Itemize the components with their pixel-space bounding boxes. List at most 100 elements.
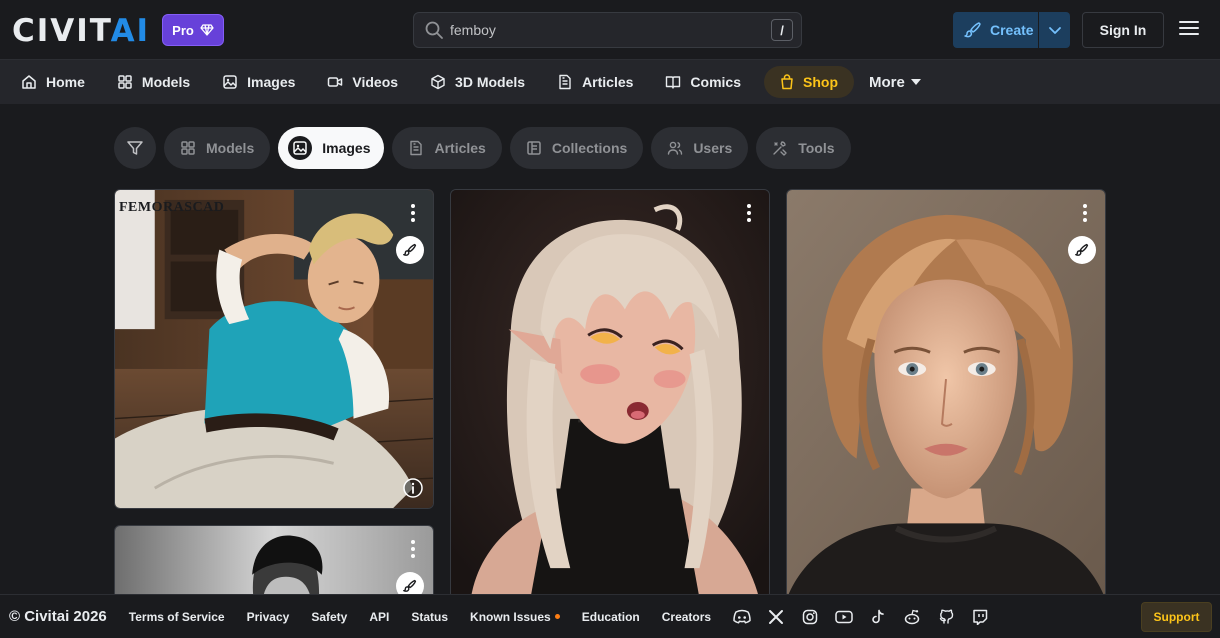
remix-brush-icon[interactable] [396,236,424,264]
main-nav: Home Models Images Videos 3D Models Arti… [0,60,1220,104]
footer-link-education[interactable]: Education [582,610,640,624]
create-dropdown-toggle[interactable] [1039,12,1070,48]
more-options-icon[interactable] [1082,203,1088,223]
sign-in-button[interactable]: Sign In [1082,12,1164,48]
users-icon [667,140,683,156]
support-button[interactable]: Support [1141,602,1212,632]
x-icon[interactable] [767,608,785,626]
nav-item-images[interactable]: Images [213,66,304,98]
alert-dot-icon [554,614,560,619]
social-links [733,608,989,626]
nav-label-shop: Shop [803,74,838,90]
support-label: Support [1153,610,1200,624]
more-options-icon[interactable] [410,203,416,223]
nav-item-shop[interactable]: Shop [764,66,854,98]
footer-link-known-issues[interactable]: Known Issues [470,610,560,624]
instagram-icon[interactable] [801,608,819,626]
more-options-icon[interactable] [746,203,752,223]
image-icon [222,74,238,90]
footer-link-terms[interactable]: Terms of Service [129,610,225,624]
chip-collections[interactable]: Collections [509,127,644,169]
home-icon [21,74,37,90]
nav-item-comics[interactable]: Comics [656,66,750,98]
chip-label-articles: Articles [434,140,486,156]
footer-link-api[interactable]: API [369,610,389,624]
diamond-icon [200,24,214,36]
footer: © Civitai 2026 Terms of Service Privacy … [0,594,1220,638]
search-bar[interactable]: / [413,12,802,48]
card-image [451,190,769,598]
grid-icon [117,74,133,90]
nav-item-more[interactable]: More [860,66,930,98]
nav-label-models: Models [141,74,191,90]
footer-link-safety[interactable]: Safety [311,610,347,624]
chip-users[interactable]: Users [651,127,749,169]
github-icon[interactable] [937,608,955,626]
create-label: Create [990,22,1034,38]
search-type-filters: Models Images Articles Collections Users… [114,127,851,169]
more-options-icon[interactable] [410,539,416,559]
nav-label-home: Home [46,74,85,90]
logo-main: CIVIT [12,13,111,49]
footer-link-status[interactable]: Status [411,610,448,624]
footer-link-privacy[interactable]: Privacy [247,610,290,624]
copyright: © Civitai 2026 [9,608,107,625]
caret-down-icon [910,78,921,86]
nav-label-articles: Articles [582,74,634,90]
twitch-icon[interactable] [971,608,989,626]
book-icon [665,74,681,90]
hamburger-menu-icon[interactable] [1179,20,1201,40]
image-card[interactable] [786,189,1106,599]
tools-icon [772,140,788,156]
image-icon [288,136,313,160]
top-header: CIVITAI Pro / Create Sign In [0,0,1220,60]
cube-icon [430,74,446,90]
image-watermark: FEMORASCAD [119,200,225,215]
filter-icon [126,139,144,157]
pro-button[interactable]: Pro [162,14,224,46]
document-icon [408,140,424,156]
nav-label-videos: Videos [352,74,399,90]
civitai-logo[interactable]: CIVITAI [12,13,150,49]
chip-label-collections: Collections [551,140,628,156]
chip-label-models: Models [206,140,255,156]
card-image [115,526,433,604]
chip-label-images: Images [322,140,371,156]
chip-label-tools: Tools [798,140,835,156]
reddit-icon[interactable] [903,608,921,626]
footer-label-known-issues: Known Issues [470,609,551,624]
nav-item-home[interactable]: Home [12,66,94,98]
discord-icon[interactable] [733,608,751,626]
chip-articles[interactable]: Articles [392,127,502,169]
nav-label-comics: Comics [690,74,741,90]
nav-item-models[interactable]: Models [108,66,199,98]
tiktok-icon[interactable] [869,608,887,626]
nav-label-more: More [869,73,905,91]
collection-icon [526,140,542,156]
remix-brush-icon[interactable] [1068,236,1096,264]
youtube-icon[interactable] [835,608,853,626]
chip-images[interactable]: Images [278,127,385,169]
chip-models[interactable]: Models [164,127,271,169]
chip-tools[interactable]: Tools [756,127,851,169]
nav-item-videos[interactable]: Videos [318,66,407,98]
nav-item-articles[interactable]: Articles [548,66,642,98]
search-input[interactable] [450,22,771,38]
nav-item-3d-models[interactable]: 3D Models [421,66,534,98]
brush-icon [964,21,982,39]
image-card[interactable] [450,189,770,599]
document-icon [557,74,573,90]
image-card[interactable] [114,525,434,605]
filter-button[interactable] [114,127,156,169]
chip-label-users: Users [693,140,733,156]
card-image [787,190,1105,598]
create-button[interactable]: Create [953,12,1070,48]
pro-label: Pro [172,22,194,38]
image-card[interactable]: FEMORASCAD [114,189,434,509]
info-icon[interactable] [403,478,423,498]
grid-icon [180,140,196,156]
search-shortcut-key: / [771,19,793,41]
chevron-down-icon [1048,23,1062,37]
footer-link-creators[interactable]: Creators [662,610,711,624]
video-icon [327,74,343,90]
